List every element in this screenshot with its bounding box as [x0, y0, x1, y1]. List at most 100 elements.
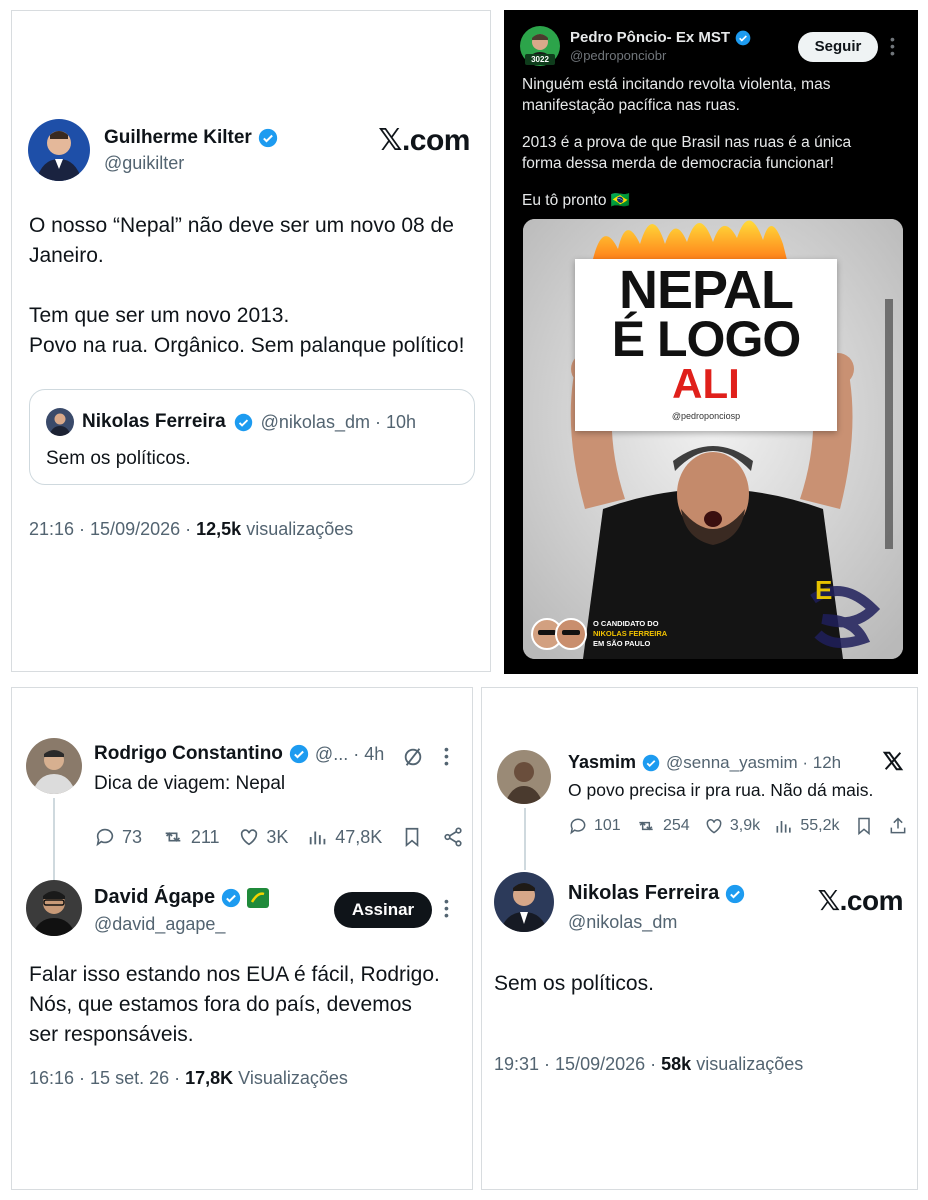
parent-text: O povo precisa ir pra rua. Não dá mais.	[568, 780, 874, 800]
tweet-time[interactable]: 19:31 · 15/09/2026 ·	[494, 1054, 656, 1074]
share-icon[interactable]	[442, 826, 464, 848]
views-count: 55,2k	[800, 817, 840, 834]
author-handle[interactable]: @pedroponciobr	[570, 48, 751, 63]
tweet-text-line: Povo na rua. Orgânico. Sem palanque polí…	[29, 334, 465, 357]
like-button[interactable]: 3,9k	[704, 816, 760, 836]
avatar[interactable]	[28, 119, 90, 181]
tweet-text-line: Tem que ser um novo 2013.	[29, 304, 290, 327]
protest-sign: NEPAL É LOGO ALI @pedroponciosp	[575, 259, 837, 431]
reply-count: 73	[122, 826, 143, 847]
views-label: visualizações	[696, 1054, 804, 1074]
views-count: 12,5k	[196, 519, 242, 539]
retweet-button[interactable]: 254	[635, 816, 690, 836]
avatar[interactable]: 3022	[520, 26, 560, 66]
more-options-icon[interactable]: • • •	[444, 894, 449, 922]
tweet-text-line: Nós, que estamos fora do país, devemos	[29, 993, 412, 1016]
reply-text: Sem os políticos.	[494, 972, 654, 995]
views-count: 47,8K	[335, 826, 383, 847]
retweet-icon	[639, 821, 653, 831]
sign-line-3: ALI	[672, 360, 740, 407]
reply-header: Nikolas Ferreira	[568, 882, 745, 905]
reply-count: 101	[594, 817, 621, 834]
tweet-text-line: forma dessa merda de democracia funciona…	[522, 155, 834, 172]
author-name[interactable]: Guilherme Kilter	[104, 127, 252, 149]
grok-icon[interactable]	[402, 746, 424, 768]
sign-handle: @pedroponciosp	[671, 411, 741, 421]
x-brand-logo: 𝕏.com	[378, 124, 470, 157]
views-button[interactable]: 55,2k	[774, 816, 840, 836]
more-options-icon[interactable]: • • •	[890, 32, 895, 60]
author-name[interactable]: Pedro Pôncio- Ex MST	[570, 29, 730, 46]
retweet-icon	[165, 832, 181, 842]
reply-header: David Ágape	[94, 886, 270, 909]
author-name[interactable]: Nikolas Ferreira	[568, 882, 719, 905]
author-handle[interactable]: @david_agape_	[94, 914, 225, 935]
tweet-timestamp-row: 21:16 · 15/09/2026 · 12,5k visualizações	[29, 519, 353, 540]
more-options-icon[interactable]: • • •	[444, 742, 449, 770]
engagement-bar: 73 211 3K 47,8K	[94, 826, 464, 848]
avatar[interactable]	[26, 880, 82, 936]
tweet-media-image[interactable]: E NEPAL É LOGO ALI @pedroponciosp O CAND…	[523, 219, 903, 659]
quoted-tweet[interactable]: Nikolas Ferreira @nikolas_dm · 10h Sem o…	[29, 389, 475, 485]
avatar[interactable]	[494, 872, 554, 932]
quoted-author-name: Nikolas Ferreira	[82, 411, 226, 432]
parent-meta[interactable]: @... · 4h	[315, 744, 384, 765]
author-name[interactable]: David Ágape	[94, 886, 215, 909]
retweet-button[interactable]: 211	[161, 826, 220, 848]
bookmark-icon[interactable]	[854, 816, 874, 836]
tweet-text-line: Janeiro.	[29, 244, 104, 267]
views-button[interactable]: 47,8K	[307, 826, 382, 848]
tweet-text: O nosso “Nepal” não deve ser um novo 08 …	[29, 211, 479, 361]
reply-button[interactable]: 73	[94, 826, 142, 848]
tweet-time[interactable]: 21:16 · 15/09/2026 ·	[29, 519, 191, 539]
tweet-text-line: Falar isso estando nos EUA é fácil, Rodr…	[29, 963, 440, 986]
views-label: visualizações	[246, 519, 354, 539]
reply-button[interactable]: 101	[568, 816, 621, 836]
author-name[interactable]: Rodrigo Constantino	[94, 743, 283, 765]
share-icon[interactable]	[888, 816, 908, 836]
verified-badge-icon	[642, 754, 660, 771]
views-label: Visualizações	[238, 1068, 348, 1088]
quoted-meta: @nikolas_dm · 10h	[260, 411, 416, 432]
author-name[interactable]: Yasmim	[568, 752, 636, 773]
tweet-timestamp-row: 19:31 · 15/09/2026 · 58k visualizações	[494, 1054, 803, 1075]
caption-line: NIKOLAS FERREIRA	[593, 629, 668, 638]
parent-header: Yasmim @senna_yasmim · 12h	[568, 752, 841, 773]
verified-badge-icon	[258, 128, 277, 147]
author-handle[interactable]: @nikolas_dm	[568, 912, 677, 933]
author-handle[interactable]: @guikilter	[104, 153, 278, 174]
tweet-card-pedro: 3022 Pedro Pôncio- Ex MST @pedroponciobr…	[504, 10, 918, 674]
parent-header: Rodrigo Constantino @... · 4h	[94, 743, 384, 765]
tweet-header: Guilherme Kilter @guikilter	[28, 119, 278, 181]
analytics-icon	[310, 831, 326, 845]
x-logo-icon	[882, 751, 904, 771]
tweet-card-guilherme: Guilherme Kilter @guikilter 𝕏.com O noss…	[11, 10, 491, 672]
sign-line-1: NEPAL	[618, 260, 794, 320]
follow-button[interactable]: Seguir	[798, 32, 878, 62]
verified-badge-icon	[726, 884, 745, 903]
bookmark-icon[interactable]	[401, 826, 423, 848]
caption-line: EM SÃO PAULO	[593, 639, 651, 648]
like-count: 3K	[266, 826, 289, 847]
svg-text:E: E	[815, 575, 832, 605]
tweet-text-line: Eu tô pronto 🇧🇷	[522, 192, 631, 209]
avatar[interactable]	[26, 738, 82, 794]
verified-badge-icon	[234, 413, 252, 431]
verified-badge-icon	[289, 744, 309, 764]
parent-meta[interactable]: @senna_yasmim · 12h	[666, 753, 841, 773]
views-count: 17,8K	[185, 1068, 234, 1088]
tweet-text-line: ser responsáveis.	[29, 1023, 194, 1046]
tweet-text-line: 2013 é a prova de que Brasil nas ruas é …	[522, 134, 852, 151]
subscribe-button[interactable]: Assinar	[334, 892, 432, 928]
avatar[interactable]	[497, 750, 551, 804]
sign-line-2: É LOGO	[611, 311, 801, 367]
tweet-thread-yasmim: Yasmim @senna_yasmim · 12h O povo precis…	[481, 687, 918, 1190]
tweet-time[interactable]: 16:16 · 15 set. 26 ·	[29, 1068, 180, 1088]
tweet-text: Ninguém está incitando revolta violenta,…	[522, 74, 906, 211]
like-button[interactable]: 3K	[238, 826, 288, 848]
tweet-thread-rodrigo: Rodrigo Constantino @... · 4h • • • Dica d…	[11, 687, 473, 1190]
views-count: 58k	[661, 1054, 692, 1074]
thread-connector	[53, 798, 55, 880]
tweet-text-line: O nosso “Nepal” não deve ser um novo 08 …	[29, 214, 454, 237]
heart-icon	[241, 829, 258, 846]
